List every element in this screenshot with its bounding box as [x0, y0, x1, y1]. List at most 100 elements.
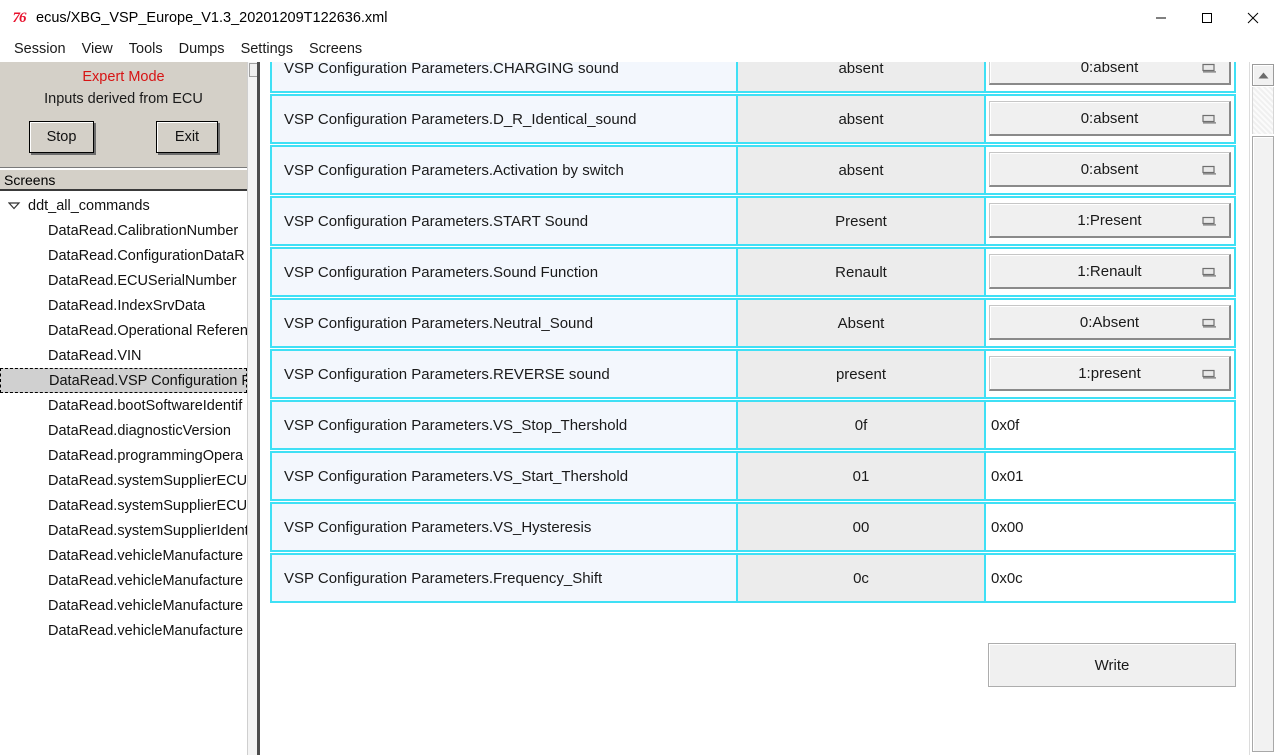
inputs-derived-label: Inputs derived from ECU: [44, 91, 203, 107]
tree-root-ddt-all-commands[interactable]: ddt_all_commands: [0, 193, 247, 218]
parameter-dropdown-value: 0:absent: [1080, 160, 1139, 178]
parameter-row: VSP Configuration Parameters.Activation …: [270, 145, 1236, 195]
menu-item-tools[interactable]: Tools: [121, 39, 171, 59]
parameter-control-cell: 0x0c: [986, 555, 1234, 601]
parameter-row: VSP Configuration Parameters.VS_Hysteres…: [270, 502, 1236, 552]
menu-bar: Session View Tools Dumps Settings Screens: [0, 36, 1276, 62]
parameter-text-input[interactable]: 0x00: [986, 504, 1234, 550]
parameter-dropdown[interactable]: 0:absent: [989, 62, 1231, 85]
tree-item-label: DataRead.systemSupplierIdent: [48, 522, 247, 539]
close-button[interactable]: [1230, 0, 1276, 36]
tree-item-label: DataRead.Operational Referen: [48, 322, 247, 339]
tree-item[interactable]: DataRead.systemSupplierECUS: [0, 493, 247, 518]
write-button-area: Write: [270, 643, 1236, 693]
tree-item[interactable]: DataRead.CalibrationNumber: [0, 218, 247, 243]
parameter-label: VSP Configuration Parameters.CHARGING so…: [272, 62, 738, 91]
sidebar-control-box: Expert Mode Inputs derived from ECU Stop…: [0, 62, 247, 168]
tree-item-label: DataRead.vehicleManufacture: [48, 597, 244, 614]
tree-item-label: DataRead.IndexSrvData: [48, 297, 206, 314]
parameter-dropdown[interactable]: 1:Renault: [989, 254, 1231, 289]
chevron-down-icon[interactable]: [4, 201, 24, 210]
parameter-row: VSP Configuration Parameters.START Sound…: [270, 196, 1236, 246]
tree-item[interactable]: DataRead.vehicleManufacture: [0, 568, 247, 593]
tree-item[interactable]: DataRead.Operational Referen: [0, 318, 247, 343]
tree-item[interactable]: DataRead.programmingOpera: [0, 443, 247, 468]
parameter-dropdown-value: 1:Renault: [1077, 262, 1142, 280]
main-scrollbar-thumb[interactable]: [1252, 136, 1274, 752]
menu-item-screens[interactable]: Screens: [301, 39, 370, 59]
parameter-control-cell: 0x00: [986, 504, 1234, 550]
parameter-current-value: Present: [738, 198, 986, 244]
tree-item[interactable]: DataRead.systemSupplierIdent: [0, 518, 247, 543]
maximize-button[interactable]: [1184, 0, 1230, 36]
tree-item-label: DataRead.systemSupplierECUS: [48, 472, 247, 489]
tree-item-label: DataRead.diagnosticVersion: [48, 422, 231, 439]
tree-item[interactable]: DataRead.IndexSrvData: [0, 293, 247, 318]
tree-item[interactable]: DataRead.ConfigurationDataR: [0, 243, 247, 268]
tree-item[interactable]: DataRead.VSP Configuration P: [0, 368, 247, 393]
parameter-dropdown[interactable]: 0:absent: [989, 152, 1231, 187]
dropdown-indicator-icon[interactable]: [1201, 317, 1219, 328]
parameter-label: VSP Configuration Parameters.VS_Hysteres…: [272, 504, 738, 550]
parameter-row: VSP Configuration Parameters.Sound Funct…: [270, 247, 1236, 297]
parameter-control-cell: 1:Present: [986, 198, 1234, 244]
tree-item[interactable]: DataRead.ECUSerialNumber: [0, 268, 247, 293]
parameter-current-value: 0f: [738, 402, 986, 448]
dropdown-indicator-icon[interactable]: [1201, 113, 1219, 124]
tree-item[interactable]: DataRead.bootSoftwareIdentif: [0, 393, 247, 418]
dropdown-indicator-icon[interactable]: [1201, 164, 1219, 175]
parameter-label: VSP Configuration Parameters.Sound Funct…: [272, 249, 738, 295]
tree-item-label: DataRead.VIN: [48, 347, 142, 364]
tree-item[interactable]: DataRead.vehicleManufacture: [0, 593, 247, 618]
stop-button[interactable]: Stop: [29, 121, 94, 153]
parameter-label: VSP Configuration Parameters.REVERSE sou…: [272, 351, 738, 397]
window-title: ecus/XBG_VSP_Europe_V1.3_20201209T122636…: [36, 10, 388, 26]
tree-item[interactable]: DataRead.vehicleManufacture: [0, 618, 247, 643]
menu-item-dumps[interactable]: Dumps: [171, 39, 233, 59]
parameter-row: VSP Configuration Parameters.Neutral_Sou…: [270, 298, 1236, 348]
scroll-up-arrow-icon[interactable]: [1252, 64, 1274, 86]
parameter-dropdown[interactable]: 1:Present: [989, 203, 1231, 238]
tree-item[interactable]: DataRead.VIN: [0, 343, 247, 368]
write-button[interactable]: Write: [988, 643, 1236, 687]
parameter-dropdown[interactable]: 0:Absent: [989, 305, 1231, 340]
parameter-control-cell: 0:absent: [986, 147, 1234, 193]
menu-item-settings[interactable]: Settings: [233, 39, 301, 59]
dropdown-indicator-icon[interactable]: [1201, 215, 1219, 226]
parameter-text-input[interactable]: 0x0f: [986, 402, 1234, 448]
parameter-label: VSP Configuration Parameters.VS_Stop_The…: [272, 402, 738, 448]
dropdown-indicator-icon[interactable]: [1201, 368, 1219, 379]
parameter-dropdown[interactable]: 0:absent: [989, 101, 1231, 136]
dropdown-indicator-icon[interactable]: [1201, 266, 1219, 277]
exit-button[interactable]: Exit: [156, 121, 218, 153]
main-content: VSP Configuration Parameters.CHARGING so…: [260, 62, 1249, 755]
parameter-control-cell: 0:absent: [986, 62, 1234, 91]
tree-item-label: DataRead.CalibrationNumber: [48, 222, 239, 239]
parameter-current-value: 00: [738, 504, 986, 550]
parameter-current-value: 0c: [738, 555, 986, 601]
parameter-dropdown-value: 0:absent: [1080, 62, 1139, 76]
tree-item[interactable]: DataRead.vehicleManufacture: [0, 543, 247, 568]
menu-item-view[interactable]: View: [74, 39, 121, 59]
tree-item[interactable]: DataRead.systemSupplierECUS: [0, 468, 247, 493]
parameter-row: VSP Configuration Parameters.REVERSE sou…: [270, 349, 1236, 399]
screens-header: Screens: [0, 169, 247, 191]
tree-item[interactable]: DataRead.diagnosticVersion: [0, 418, 247, 443]
parameter-text-input[interactable]: 0x01: [986, 453, 1234, 499]
parameter-current-value: Absent: [738, 300, 986, 346]
sidebar-panel: Expert Mode Inputs derived from ECU Stop…: [0, 62, 247, 755]
tree-item-label: DataRead.vehicleManufacture: [48, 622, 244, 639]
parameter-current-value: Renault: [738, 249, 986, 295]
parameter-control-cell: 0:Absent: [986, 300, 1234, 346]
parameter-text-input[interactable]: 0x0c: [986, 555, 1234, 601]
parameter-dropdown[interactable]: 1:present: [989, 356, 1231, 391]
parameter-current-value: absent: [738, 96, 986, 142]
menu-item-session[interactable]: Session: [6, 39, 74, 59]
minimize-button[interactable]: [1138, 0, 1184, 36]
main-scrollbar[interactable]: [1249, 62, 1276, 755]
main-scrollbar-track[interactable]: [1252, 87, 1274, 134]
tree-item-label: DataRead.vehicleManufacture: [48, 547, 244, 564]
parameter-control-cell: 0x0f: [986, 402, 1234, 448]
dropdown-indicator-icon[interactable]: [1201, 62, 1219, 73]
parameter-dropdown-value: 1:present: [1078, 364, 1141, 382]
